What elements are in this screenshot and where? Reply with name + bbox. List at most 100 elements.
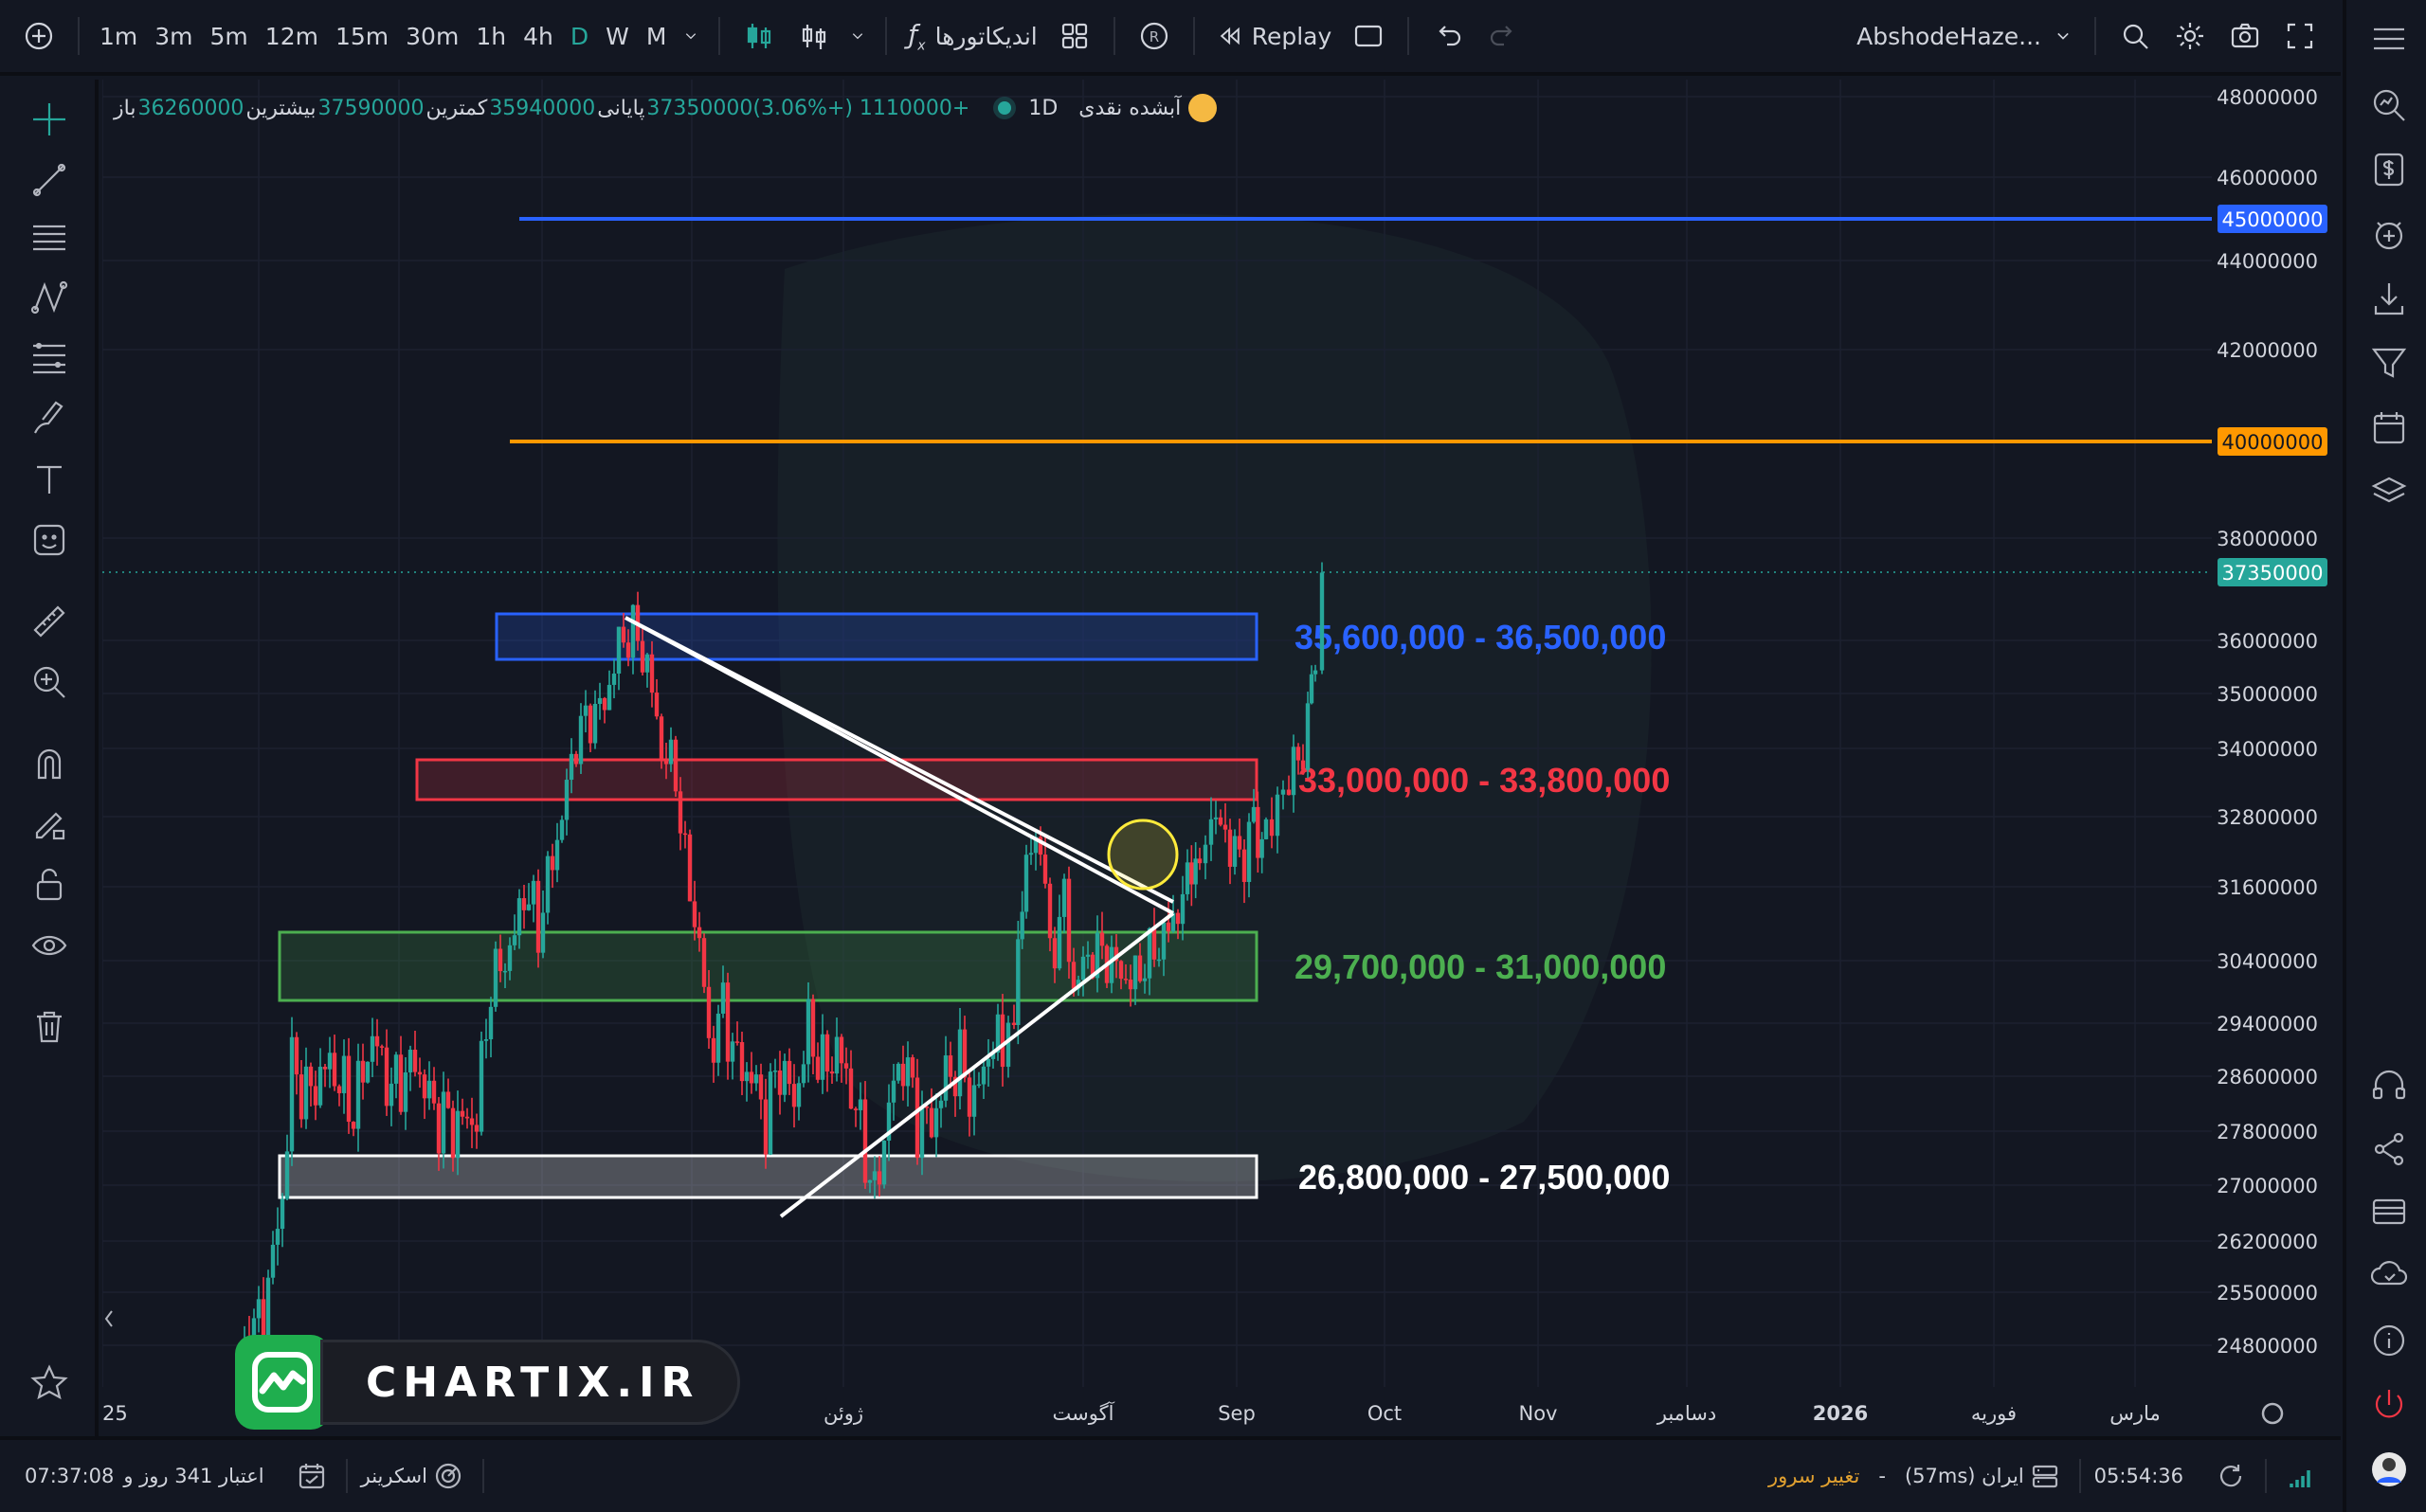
candle-body [393, 1054, 399, 1084]
edit-lock-icon[interactable] [25, 800, 74, 849]
candle-body [734, 1041, 740, 1043]
timeframe-D[interactable]: D [562, 0, 597, 74]
emoji-icon[interactable] [25, 515, 74, 565]
magnet-icon[interactable] [25, 739, 74, 788]
candle-body [843, 1063, 849, 1069]
candle-body [521, 898, 527, 910]
top-toolbar: 1m 3m 5m 12m 15m 30m 1h 4h D W M ƒx اندیکاتورها R [0, 0, 2341, 76]
fullscreen-icon[interactable] [2278, 14, 2322, 58]
candle-body [389, 1083, 394, 1107]
candle-body [592, 704, 598, 744]
zone-rect [278, 1154, 1258, 1199]
legend-change: +1110000 (+3.06%) [752, 96, 970, 120]
candle-body [299, 1074, 304, 1120]
pattern-icon[interactable] [25, 273, 74, 322]
lock-icon[interactable] [25, 860, 74, 909]
info-icon[interactable] [2365, 1317, 2413, 1364]
calendar-icon[interactable] [278, 1461, 346, 1491]
filter-icon[interactable] [2365, 339, 2413, 387]
candle-body [412, 1050, 418, 1072]
card-icon[interactable] [2365, 1188, 2413, 1235]
rewind-icon [1220, 27, 1240, 45]
separator [2094, 17, 2096, 55]
candle-body [1286, 789, 1292, 796]
text-icon[interactable] [25, 455, 74, 504]
refresh-icon[interactable] [2197, 1461, 2265, 1491]
candle-body [962, 1029, 968, 1078]
quick-search-icon[interactable] [2113, 14, 2157, 58]
dollar-icon[interactable] [2365, 146, 2413, 193]
legend-close-label: پایانی [597, 96, 645, 120]
replay-button[interactable]: Replay [1206, 0, 1342, 74]
timeframe-W[interactable]: W [597, 0, 638, 74]
zoom-in-icon[interactable] [25, 657, 74, 707]
layers-icon[interactable] [2365, 468, 2413, 515]
indicators-button[interactable]: ƒx اندیکاتورها [898, 0, 1046, 74]
menu-icon[interactable] [2365, 15, 2413, 63]
share-icon[interactable] [2365, 1125, 2413, 1173]
chart-canvas[interactable]: 35,600,000 - 36,500,000 33,000,000 - 33,8… [102, 80, 2337, 1436]
horizontal-lines-icon[interactable] [25, 214, 74, 263]
brush-icon[interactable] [25, 394, 74, 443]
bar-chart-type-icon[interactable] [792, 14, 836, 58]
timeframe-30m[interactable]: 30m [397, 0, 467, 74]
right-toolbar [2343, 0, 2426, 1512]
layout-name-button[interactable]: AbshodeHaze... [1847, 0, 2083, 74]
watchlist-search-icon[interactable] [2365, 81, 2413, 129]
chart-area[interactable]: 35,600,000 - 36,500,000 33,000,000 - 33,8… [102, 80, 2337, 1436]
candle-body [436, 1103, 442, 1154]
fib-icon[interactable] [25, 333, 74, 383]
candle-body [474, 1125, 480, 1132]
alert-r-icon[interactable]: R [1132, 14, 1176, 58]
legend-interval: 1D [1028, 96, 1059, 120]
screener-button[interactable]: اسکرینر [348, 1461, 482, 1491]
rectangle-icon[interactable] [1347, 14, 1390, 58]
separator [78, 17, 80, 55]
candle-body [407, 1050, 413, 1072]
candle-body [1275, 794, 1280, 837]
timeframe-M[interactable]: M [638, 0, 676, 74]
candle-body [370, 1035, 375, 1062]
chevron-down-icon[interactable] [679, 14, 703, 58]
candle-body [749, 1071, 754, 1084]
candle-body [725, 982, 731, 1062]
candles-icon[interactable] [737, 14, 781, 58]
add-symbol-icon[interactable] [17, 14, 61, 58]
candle-body [862, 1099, 868, 1183]
cloud-icon[interactable] [2365, 1251, 2413, 1298]
redo-icon[interactable] [1481, 14, 1525, 58]
layouts-grid-icon[interactable] [1053, 14, 1096, 58]
avatar[interactable] [2365, 1446, 2413, 1493]
timeframe-12m[interactable]: 12m [257, 0, 327, 74]
crosshair-icon[interactable] [25, 95, 74, 144]
ruler-icon[interactable] [25, 597, 74, 646]
eye-icon[interactable] [25, 921, 74, 970]
timeframe-1h[interactable]: 1h [467, 0, 515, 74]
trend-line-icon[interactable] [25, 155, 74, 205]
download-icon[interactable] [2365, 275, 2413, 322]
camera-icon[interactable] [2223, 14, 2267, 58]
calendar-icon[interactable] [2365, 404, 2413, 451]
chevron-down-icon[interactable] [845, 14, 870, 58]
timeframe-15m[interactable]: 15m [327, 0, 397, 74]
candle-body [981, 1066, 987, 1085]
support-headset-icon[interactable] [2365, 1063, 2413, 1110]
settings-gear-icon[interactable] [2168, 14, 2212, 58]
timeframe-5m[interactable]: 5m [202, 0, 257, 74]
trash-icon[interactable] [25, 1002, 74, 1052]
server-change-link[interactable]: تغییر سرور - ایران (57ms) [1755, 1461, 2079, 1491]
price-tick-label: 27000000 [2217, 1175, 2318, 1197]
timeframe-3m[interactable]: 3m [146, 0, 201, 74]
credit-time: 07:37:08 اعتبار 341 روز و [0, 1465, 278, 1487]
timeframe-4h[interactable]: 4h [515, 0, 562, 74]
power-icon[interactable] [2365, 1381, 2413, 1429]
timeframe-group: 1m 3m 5m 12m 15m 30m 1h 4h D W M [91, 0, 675, 74]
candle-body [768, 1071, 773, 1155]
candle-body [1066, 878, 1072, 963]
star-icon[interactable] [25, 1359, 74, 1408]
timeframe-1m[interactable]: 1m [91, 0, 146, 74]
legend: آبشده نقدی 1D +1110000 (+3.06%) 37350000… [112, 89, 1218, 127]
add-alert-icon[interactable] [2365, 210, 2413, 258]
candle-body [986, 1058, 991, 1067]
undo-icon[interactable] [1426, 14, 1470, 58]
